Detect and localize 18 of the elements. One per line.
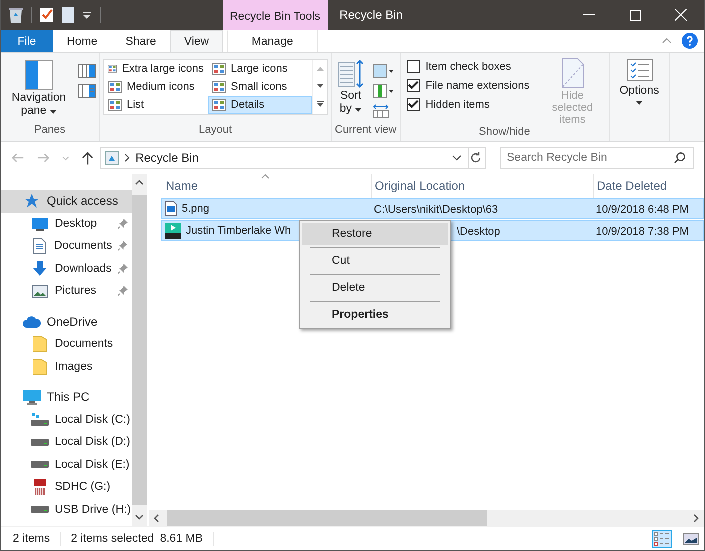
file-name: 5.png: [182, 202, 210, 214]
status-text: 2 items: [13, 532, 50, 544]
file-name: Justin Timberlake Wh: [186, 224, 292, 236]
table-cell: \Desktop: [457, 226, 500, 238]
table-cell: 10/9/2018 6:48 PM: [596, 204, 689, 216]
checkbox-label: Item check boxes: [426, 60, 512, 72]
group-label: Current view: [335, 124, 397, 138]
window-title: Recycle Bin: [340, 8, 403, 22]
table-cell: 10/9/2018 7:38 PM: [596, 226, 689, 238]
group-label: Panes: [33, 124, 67, 138]
status-text: 8.61 MB: [160, 532, 204, 544]
group-label: Layout: [198, 124, 234, 138]
group-label: Show/hide: [478, 126, 532, 140]
table-cell: C:\Users\nikit\Desktop\63: [374, 204, 498, 216]
checkbox-label: File name extensions: [426, 80, 530, 92]
status-text: 2 items selected: [71, 532, 154, 544]
context-tab-label: Recycle Bin Tools: [223, 0, 328, 30]
checkbox-label: Hidden items: [426, 98, 490, 110]
